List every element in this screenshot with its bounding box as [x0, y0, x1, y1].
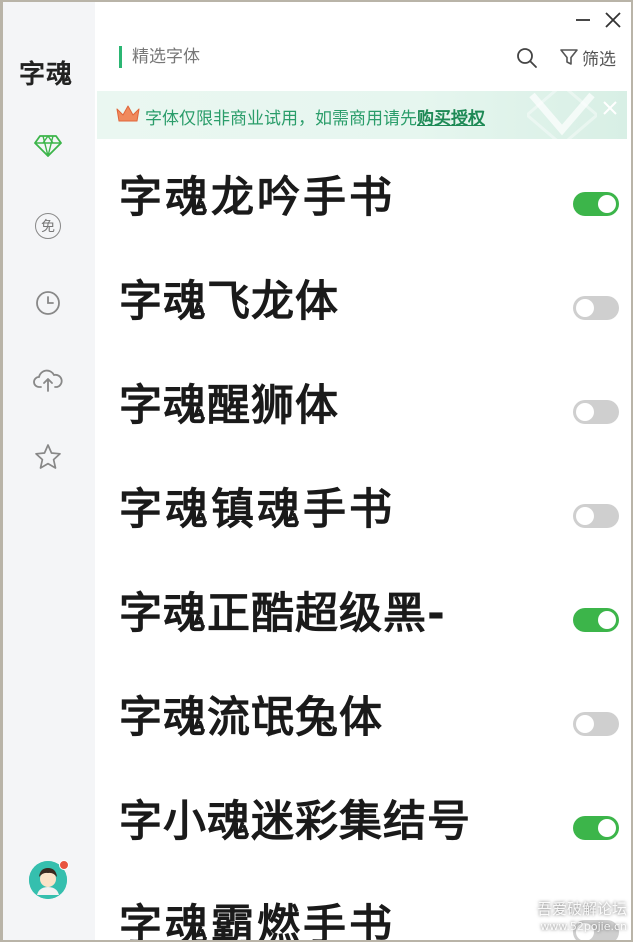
font-name: 字魂龙吟手书 — [119, 173, 395, 223]
app-logo: 字魂 — [19, 60, 74, 90]
filter-icon — [560, 49, 578, 65]
forum-watermark: 吾爱破解论坛 www.52pojie.cn — [537, 900, 627, 936]
font-list-item: 字魂镇魂手书 — [115, 454, 625, 558]
font-toggle[interactable] — [573, 816, 619, 840]
sidebar-item-recent[interactable] — [33, 288, 63, 318]
font-list-item: 字魂醒狮体 — [115, 350, 625, 454]
app-window: 字魂 免 精选字体 筛选 字体仅限非商业试用，如需商用请先购买授权 字魂龙吟手书… — [3, 2, 631, 940]
font-list-item: 字魂正酷超级黑- — [115, 558, 625, 662]
user-avatar[interactable] — [29, 860, 69, 899]
minimize-button[interactable] — [571, 8, 595, 32]
close-window-button[interactable] — [601, 8, 625, 32]
crown-icon — [116, 105, 140, 122]
minimize-icon — [576, 19, 590, 21]
font-list-item: 字魂龙吟手书 — [115, 142, 625, 246]
banner-message: 字体仅限非商业试用，如需商用请先购买授权 — [145, 104, 485, 129]
sidebar-item-featured[interactable] — [33, 131, 63, 161]
sidebar-item-favorites[interactable] — [33, 442, 63, 472]
font-name: 字魂正酷超级黑- — [119, 589, 446, 639]
font-list-item: 字魂飞龙体 — [115, 246, 625, 350]
font-toggle[interactable] — [573, 504, 619, 528]
font-name: 字魂飞龙体 — [119, 277, 339, 327]
font-name: 字小魂迷彩集结号 — [119, 797, 471, 847]
cloud-upload-icon — [33, 369, 63, 392]
sidebar: 字魂 免 — [3, 2, 95, 940]
watermark-url: www.52pojie.cn — [540, 920, 627, 933]
free-icon: 免 — [35, 213, 61, 239]
diamond-icon — [34, 135, 62, 157]
font-toggle[interactable] — [573, 192, 619, 216]
search-button[interactable] — [515, 46, 539, 70]
sidebar-item-free[interactable]: 免 — [33, 211, 63, 241]
search-icon — [517, 48, 537, 68]
close-icon — [605, 12, 621, 28]
license-banner: 字体仅限非商业试用，如需商用请先购买授权 — [97, 91, 627, 139]
font-name: 字魂流氓兔体 — [119, 693, 383, 743]
font-toggle[interactable] — [573, 608, 619, 632]
clock-icon — [36, 291, 60, 315]
banner-decoration — [527, 91, 597, 139]
banner-text: 字体仅限非商业试用，如需商用请先 — [145, 109, 417, 129]
font-toggle[interactable] — [573, 400, 619, 424]
font-list: 字魂龙吟手书 字魂飞龙体 字魂醒狮体 字魂镇魂手书 字魂正酷超级黑- 字魂流氓兔… — [115, 142, 625, 940]
filter-button[interactable]: 筛选 — [559, 44, 616, 70]
banner-close-button[interactable] — [601, 99, 619, 117]
notification-dot — [59, 860, 69, 870]
font-name: 字魂镇魂手书 — [119, 485, 395, 535]
font-name: 字魂醒狮体 — [119, 381, 339, 431]
page-title: 精选字体 — [119, 46, 200, 68]
purchase-license-link[interactable]: 购买授权 — [417, 109, 485, 129]
sidebar-item-cloud[interactable] — [33, 365, 63, 395]
watermark-title: 吾爱破解论坛 — [536, 900, 627, 918]
font-name: 字魂霸燃手书 — [119, 901, 395, 940]
font-toggle[interactable] — [573, 712, 619, 736]
filter-label: 筛选 — [582, 49, 616, 70]
free-icon-label: 免 — [41, 219, 55, 235]
star-icon — [35, 444, 61, 469]
font-list-item: 字小魂迷彩集结号 — [115, 766, 625, 870]
close-icon — [603, 101, 617, 115]
font-toggle[interactable] — [573, 296, 619, 320]
font-list-item: 字魂流氓兔体 — [115, 662, 625, 766]
